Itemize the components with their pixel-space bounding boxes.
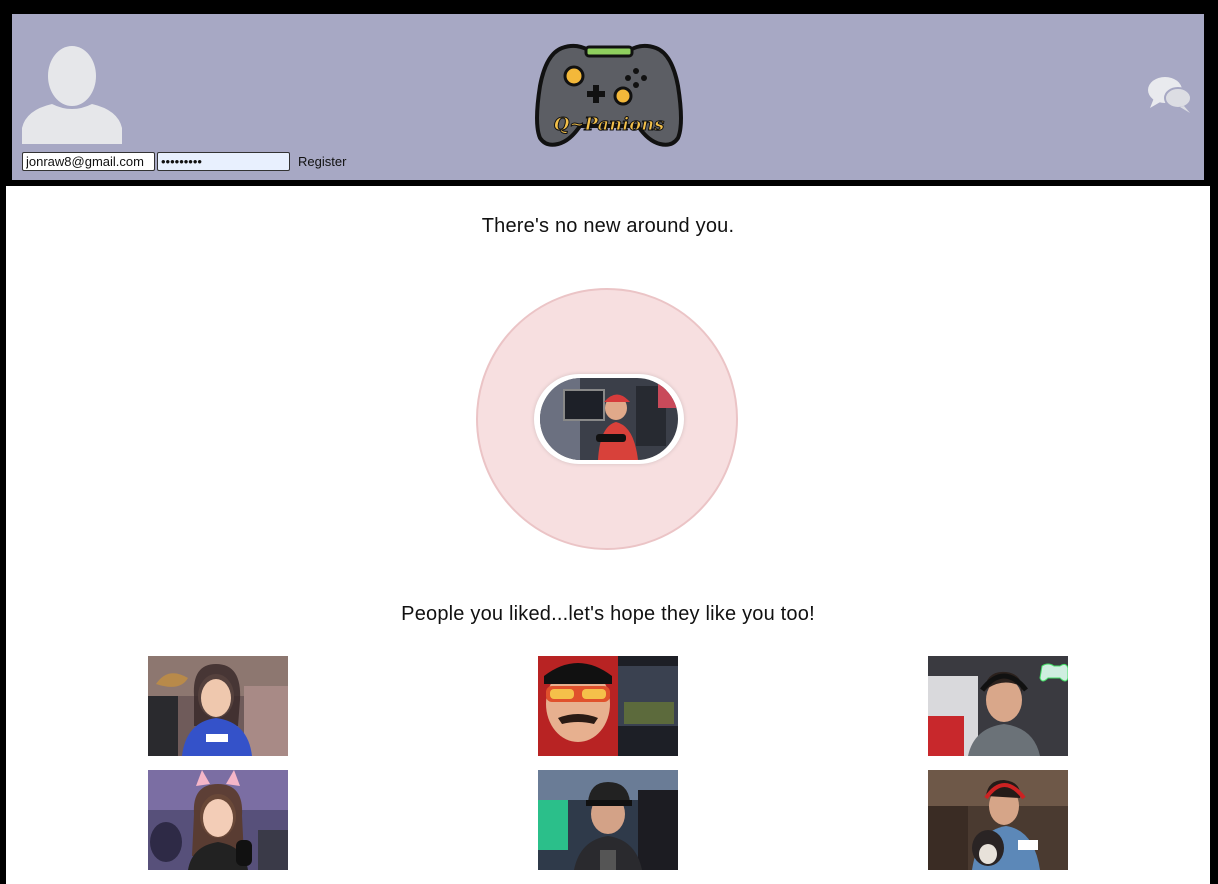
top-header: Register Q~Panions [12,14,1204,180]
liked-person-thumb[interactable] [928,656,1068,756]
liked-heading: People you liked...let's hope they like … [401,603,815,625]
chat-bubbles-icon [1148,77,1192,113]
main-content: There's no new around you. People you li… [6,186,1210,884]
login-form: Register [22,151,346,171]
match-photo [540,378,678,460]
chat-button[interactable] [1148,76,1192,114]
register-link[interactable]: Register [298,154,346,169]
email-field[interactable] [22,151,155,171]
liked-person-thumb[interactable] [148,656,288,756]
liked-photo [538,770,678,870]
liked-person-thumb[interactable] [538,770,678,870]
user-silhouette-icon [22,46,122,144]
liked-person-thumb[interactable] [538,656,678,756]
qpanions-logo[interactable]: Q~Panions [532,42,686,148]
liked-photo [148,656,288,756]
profile-avatar[interactable] [22,44,122,144]
liked-person-thumb[interactable] [928,770,1068,870]
current-match-card[interactable] [534,374,684,464]
password-field[interactable] [157,151,290,171]
liked-photo [928,770,1068,870]
liked-person-thumb[interactable] [148,770,288,870]
liked-photo [148,770,288,870]
liked-photo [928,656,1068,756]
logo-text: Q~Panions [553,114,665,136]
no-new-message: There's no new around you. [481,215,735,237]
liked-photo [538,656,678,756]
